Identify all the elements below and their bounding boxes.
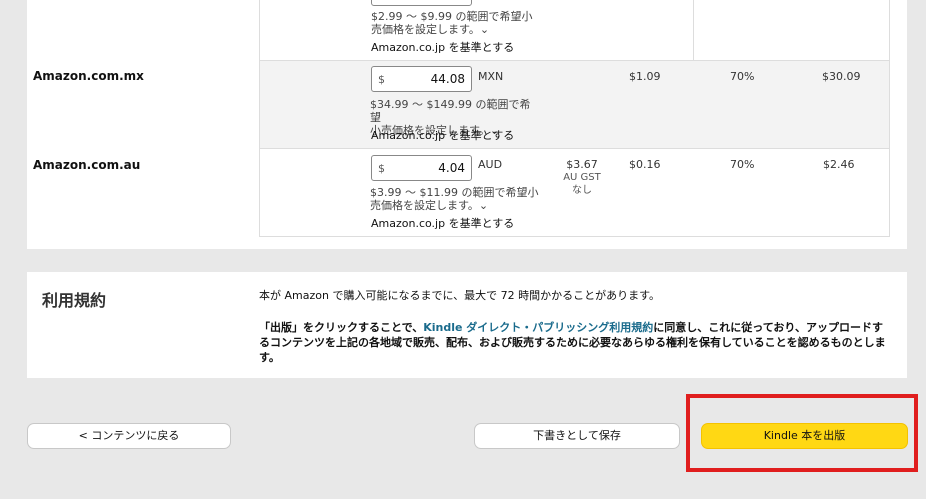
royalty-amount: $2.46 <box>823 158 855 171</box>
publish-kindle-book-button[interactable]: Kindle 本を出版 <box>701 423 908 449</box>
price-range-text[interactable]: $3.99 ～ $11.99 の範囲で希望小 売価格を設定します。⌄ <box>370 186 540 212</box>
currency-code: MXN <box>478 70 504 83</box>
marketplace-name: Amazon.com.mx <box>33 69 144 83</box>
terms-title: 利用規約 <box>42 291 107 310</box>
price-value: 44.08 <box>430 72 465 86</box>
kdp-terms-link[interactable]: Kindle ダイレクト・パブリッシング利用規約 <box>423 321 653 334</box>
base-marketplace-text: Amazon.co.jp を基準とする <box>371 217 515 230</box>
price-input[interactable] <box>371 0 472 6</box>
table-row: Amazon.com.mx $ 44.08 MXN $1.09 70% $30.… <box>33 60 889 148</box>
terms-text: 「出版」をクリックすることで、 <box>259 321 424 334</box>
table-row: Amazon.com.au $ 4.04 AUD $3.67 AU GST なし… <box>33 148 889 237</box>
currency-symbol: $ <box>378 73 385 86</box>
range-line: $2.99 ～ $9.99 の範囲で希望小 <box>371 10 533 23</box>
table-row: $2.99 ～ $9.99 の範囲で希望小 売価格を設定します。⌄ Amazon… <box>260 0 889 60</box>
tax-note: なし <box>572 185 592 196</box>
delivery-cost: $0.16 <box>629 158 661 171</box>
tax-info: $3.67 AU GST なし <box>552 158 612 197</box>
price-input[interactable]: $ 4.04 <box>371 155 472 181</box>
range-line: 売価格を設定します。⌄ <box>370 199 489 212</box>
currency-symbol: $ <box>378 162 385 175</box>
price-input[interactable]: $ 44.08 <box>371 66 472 92</box>
marketplace-name: Amazon.com.au <box>33 158 141 172</box>
terms-agreement: 「出版」をクリックすることで、Kindle ダイレクト・パブリッシング利用規約に… <box>259 320 891 365</box>
pricing-table: $2.99 ～ $9.99 の範囲で希望小 売価格を設定します。⌄ Amazon… <box>33 0 890 237</box>
range-line: $3.99 ～ $11.99 の範囲で希望小 <box>370 186 539 199</box>
save-draft-button[interactable]: 下書きとして保存 <box>474 423 680 449</box>
terms-notice: 本が Amazon で購入可能になるまでに、最大で 72 時間かかることがありま… <box>259 289 661 302</box>
range-line: $34.99 ～ $149.99 の範囲で希望 <box>370 98 531 124</box>
currency-code: AUD <box>478 158 503 171</box>
pricing-card: $2.99 ～ $9.99 の範囲で希望小 売価格を設定します。⌄ Amazon… <box>27 0 907 249</box>
base-marketplace-text: Amazon.co.jp を基準とする <box>371 129 515 142</box>
royalty-rate: 70% <box>730 70 755 83</box>
price-value: 4.04 <box>438 161 465 175</box>
back-to-content-button[interactable]: < コンテンツに戻る <box>27 423 231 449</box>
tax-label: AU GST <box>563 172 601 183</box>
royalty-amount: $30.09 <box>822 70 861 83</box>
royalty-rate: 70% <box>730 158 755 171</box>
tax-amount: $3.67 <box>566 158 598 171</box>
price-range-text[interactable]: $2.99 ～ $9.99 の範囲で希望小 売価格を設定します。⌄ <box>371 10 541 36</box>
base-marketplace-text: Amazon.co.jp を基準とする <box>371 41 515 54</box>
range-line: 売価格を設定します。⌄ <box>371 23 490 36</box>
terms-card: 利用規約 本が Amazon で購入可能になるまでに、最大で 72 時間かかるこ… <box>27 272 907 378</box>
delivery-cost: $1.09 <box>629 70 661 83</box>
